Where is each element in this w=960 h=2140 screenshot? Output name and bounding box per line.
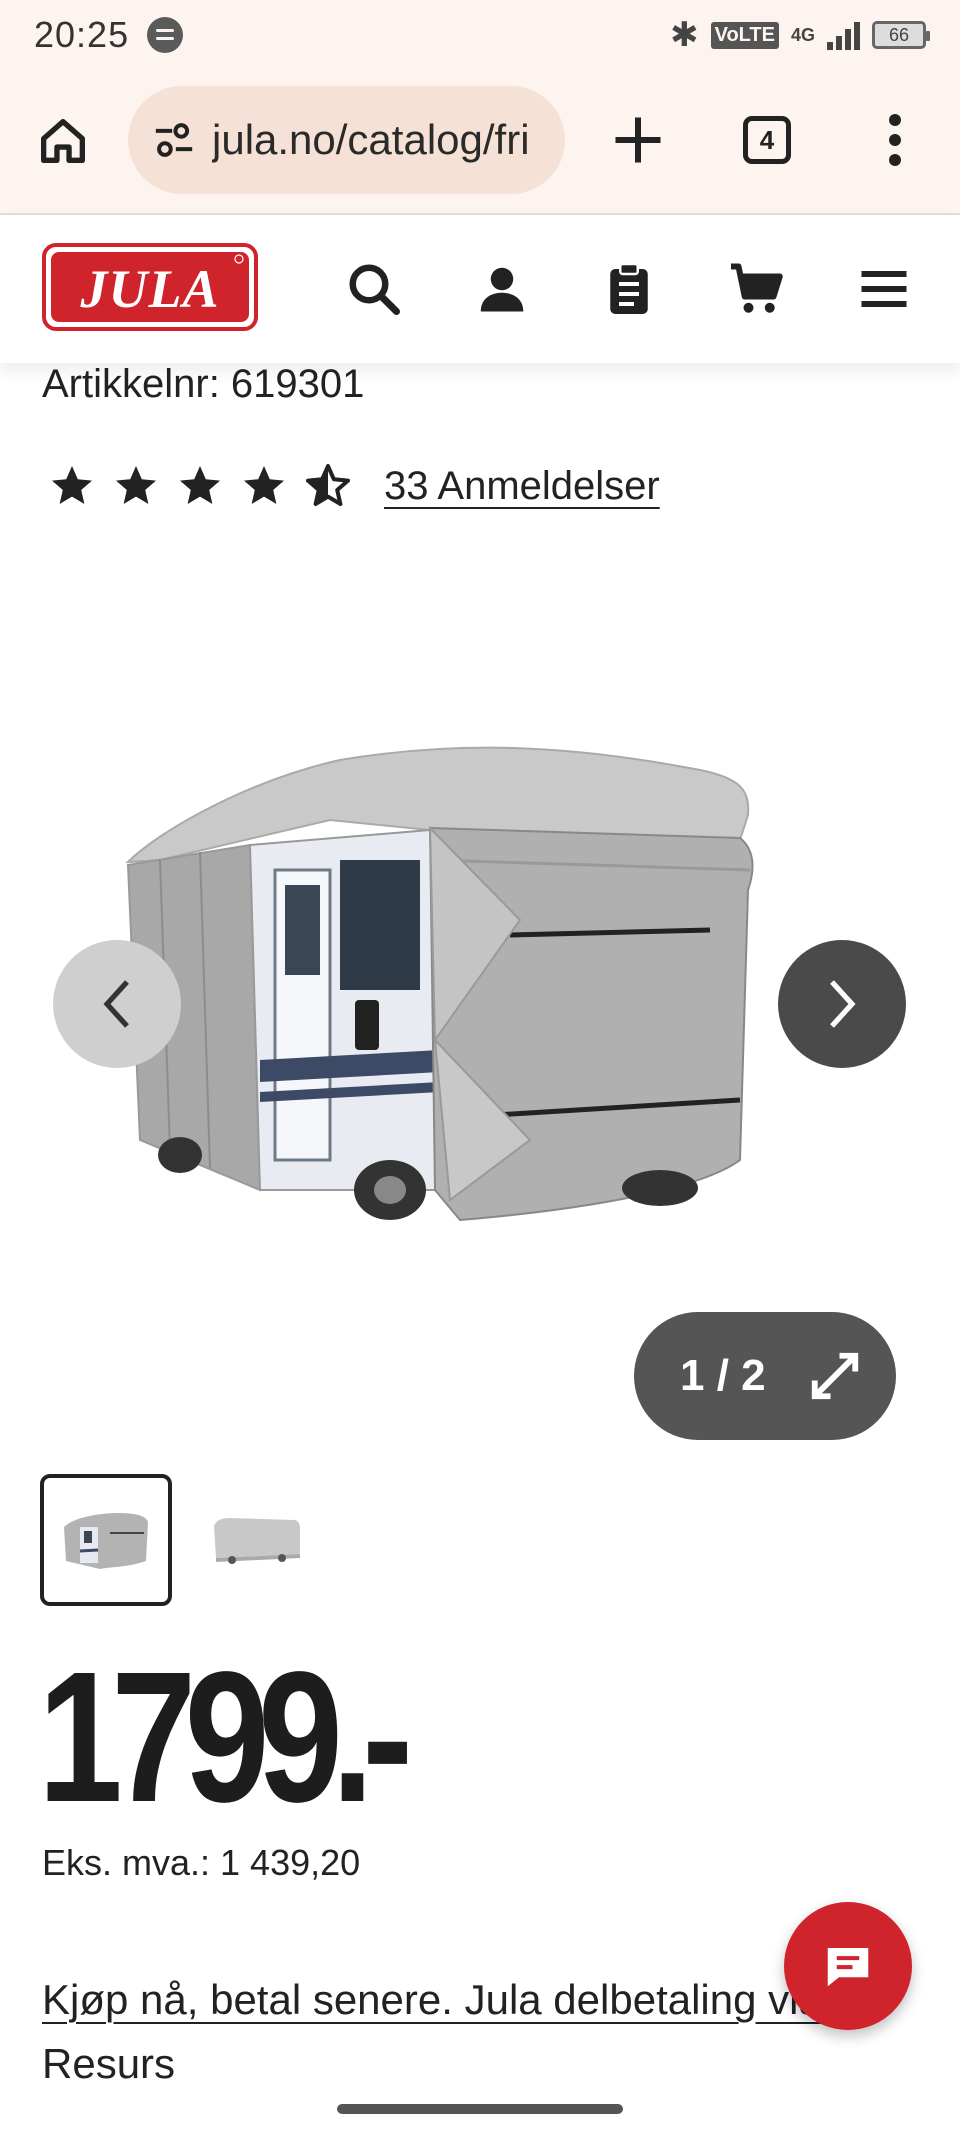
clipboard-icon[interactable] <box>599 259 659 319</box>
svg-text:JULA: JULA <box>80 259 220 319</box>
gesture-bar[interactable] <box>337 2104 623 2114</box>
carousel-prev-button[interactable] <box>53 940 181 1068</box>
star-full-icon <box>52 466 92 504</box>
chevron-left-icon <box>103 980 129 1028</box>
star-full-icon <box>180 466 220 504</box>
person-icon[interactable] <box>472 259 532 319</box>
bluetooth-icon: ✱ <box>670 16 699 54</box>
status-time: 20:25 <box>34 14 130 55</box>
star-half-icon <box>306 464 350 506</box>
gallery-thumbnail[interactable] <box>190 1474 322 1606</box>
rating-stars <box>48 462 352 510</box>
rating-row: 33 Anmeldelser <box>48 462 660 510</box>
gallery-thumbnail[interactable] <box>40 1474 172 1606</box>
chat-button[interactable] <box>784 1902 912 2030</box>
expand-icon <box>811 1352 858 1400</box>
address-bar[interactable]: jula.no/catalog/fri <box>128 86 565 194</box>
home-icon[interactable] <box>34 112 92 170</box>
network-type: 4G <box>790 24 815 45</box>
carousel-next-button[interactable] <box>778 940 906 1068</box>
jula-logo[interactable]: JULA <box>42 243 258 331</box>
product-price: 1799.- <box>38 1634 413 1841</box>
star-full-icon <box>116 466 156 504</box>
search-icon[interactable] <box>344 259 404 319</box>
status-icons: ✱ VoLTE 4G 66 <box>670 15 930 55</box>
star-full-icon <box>244 466 284 504</box>
battery-icon: 66 <box>872 21 930 49</box>
signal-icon <box>827 20 860 50</box>
article-number: Artikkelnr: 619301 <box>42 362 365 406</box>
price-ex-vat: Eks. mva.: 1 439,20 <box>42 1842 361 1883</box>
gallery-counter-button[interactable]: 1 / 2 <box>634 1312 896 1440</box>
url-text: jula.no/catalog/fri <box>212 116 530 163</box>
tab-switcher-button[interactable]: 4 <box>743 116 791 164</box>
chat-icon <box>827 1948 869 1987</box>
chevron-right-icon <box>830 980 856 1028</box>
thumbnail-image <box>214 1518 300 1564</box>
status-bar: 20:25 ✱ VoLTE 4G 66 <box>0 0 960 70</box>
plus-icon[interactable] <box>608 110 668 170</box>
pay-later-provider: Resurs <box>42 2040 176 2087</box>
browser-toolbar: jula.no/catalog/fri 4 <box>0 70 960 215</box>
thumbnail-image <box>64 1513 148 1569</box>
tune-icon[interactable] <box>152 120 196 160</box>
more-vert-icon[interactable] <box>880 110 910 170</box>
hamburger-icon[interactable] <box>854 259 914 319</box>
cart-icon[interactable] <box>726 259 786 319</box>
pay-later-link[interactable]: Kjøp nå, betal senere. Jula delbetaling … <box>42 1976 822 2023</box>
site-header: JULA <box>0 215 960 363</box>
product-image[interactable] <box>100 720 860 1280</box>
reviews-link[interactable]: 33 Anmeldelser <box>384 464 660 509</box>
page: 20:25 ✱ VoLTE 4G 66 jula.no/catalog/fri <box>0 0 960 2140</box>
volte-badge: VoLTE <box>710 21 779 49</box>
gallery-counter: 1 / 2 <box>680 1351 766 1400</box>
spotify-icon <box>147 17 184 53</box>
